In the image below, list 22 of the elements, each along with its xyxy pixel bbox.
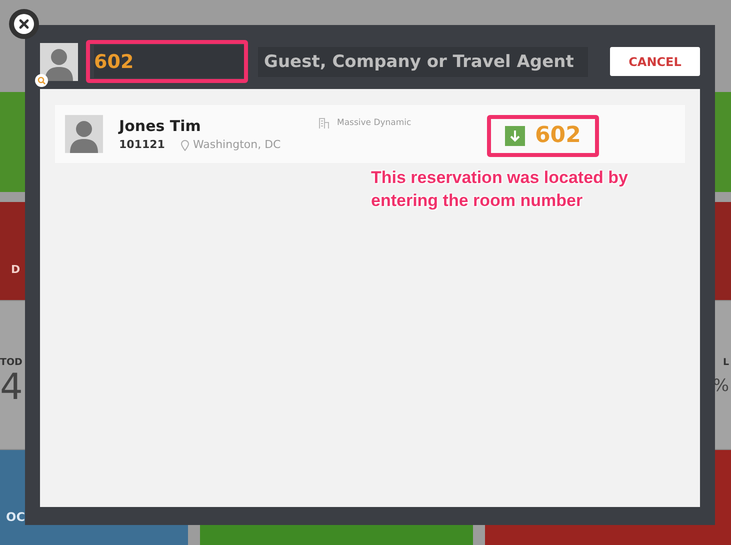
room-number-field[interactable]: 602 [94,45,244,78]
guest-name: Jones Tim [119,116,202,136]
cancel-button[interactable]: CANCEL [610,47,700,76]
stat-value: 4 [0,370,23,406]
avatar-placeholder [65,115,103,153]
tile-label: OC [6,510,26,524]
building-icon [319,118,329,129]
annotation-text: This reservation was located by entering the room number [371,167,629,212]
avatar-placeholder [40,42,78,80]
tile-label: D [11,263,20,276]
arrow-down-icon [505,126,525,146]
guest-search-field[interactable]: Guest, Company or Travel Agent [258,46,588,76]
guest-location: Washington, DC [192,137,281,153]
room-number: 602 [535,125,581,147]
close-icon [14,14,34,34]
location-pin-icon [180,140,189,151]
company-name: Massive Dynamic [337,117,412,130]
stat-label: L [722,356,729,370]
search-icon [35,74,48,86]
stat-label: TOD [0,356,23,370]
result-row[interactable]: Jones Tim 101121 Washington, DC Massive Dynamic 602 [55,105,685,163]
guest-number: 101121 [119,137,165,153]
